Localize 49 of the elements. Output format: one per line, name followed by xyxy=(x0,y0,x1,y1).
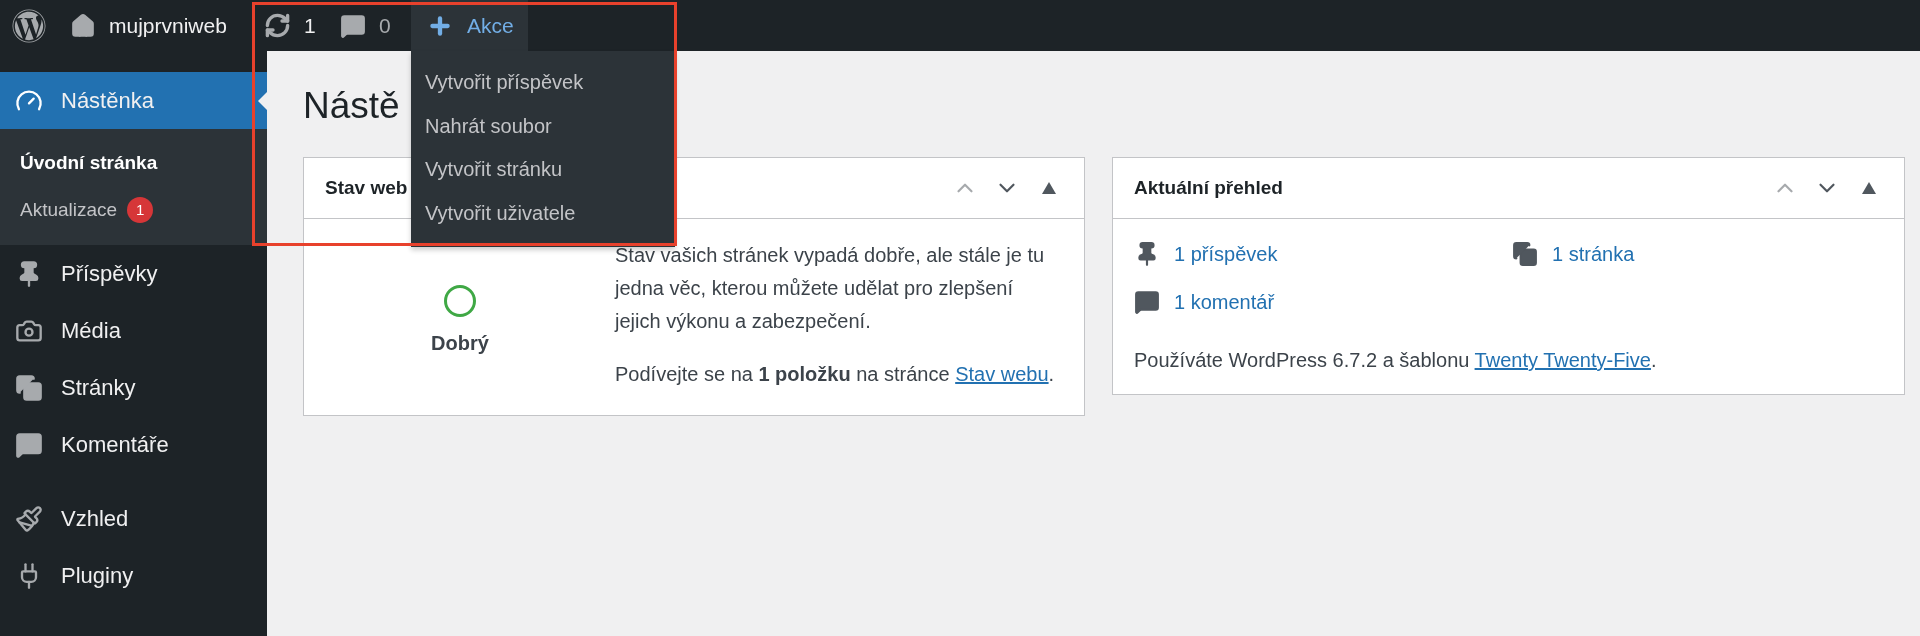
menu-item[interactable]: Vytvořit stránku xyxy=(425,148,563,192)
submenu-item[interactable]: Aktualizace 1 xyxy=(0,186,267,233)
sidebar-label: Média xyxy=(61,317,121,344)
sidebar-label: Pluginy xyxy=(61,562,134,589)
sidebar-label: Komentáře xyxy=(61,431,169,458)
comment-icon xyxy=(15,430,43,459)
page-title: Nástě xyxy=(303,84,400,128)
theme-link[interactable]: Twenty Twenty-Five xyxy=(1474,349,1651,371)
sidebar-label: Nástěnka xyxy=(61,87,154,114)
health-cta: Podívejte se na 1 položku na stránce Stav webu. xyxy=(615,362,1056,387)
glance-link[interactable]: 1 příspěvek xyxy=(1134,237,1512,271)
sidebar-label: Stránky xyxy=(61,374,136,401)
menu-item[interactable]: Nahrát soubor xyxy=(425,104,552,148)
glance-link[interactable]: 1 komentář xyxy=(1134,285,1512,319)
sidebar-item[interactable]: Nástěnka xyxy=(0,72,267,129)
sidebar-item[interactable]: Vzhled xyxy=(0,490,267,547)
sidebar-label: Vzhled xyxy=(61,505,129,532)
submenu-label: Aktualizace xyxy=(20,198,118,221)
update-count-badge: 1 xyxy=(127,196,154,223)
glance-link[interactable]: 1 stránka xyxy=(1512,237,1883,271)
site-name-link[interactable]: mujprvniweb xyxy=(109,13,227,38)
comment-icon xyxy=(1134,289,1160,315)
home-icon[interactable] xyxy=(70,12,96,39)
current-item-pointer xyxy=(258,91,267,110)
menu-item[interactable]: Vytvořit uživatele xyxy=(425,191,576,235)
pages-icon xyxy=(1512,241,1538,267)
sidebar-label: Příspěvky xyxy=(61,260,158,287)
submenu-label: Úvodní stránka xyxy=(20,151,158,174)
sidebar-item[interactable]: Média xyxy=(0,302,267,359)
version-text: Používáte WordPress 6.7.2 a šablonu Twenty Twenty-Five. xyxy=(1134,349,1658,372)
submenu-item[interactable]: Úvodní stránka xyxy=(0,139,267,186)
card-title: Stav web xyxy=(325,177,409,199)
menu-item[interactable]: Vytvořit příspěvek xyxy=(425,61,584,105)
comments-count: 0 xyxy=(379,13,391,38)
pages-icon xyxy=(15,373,43,402)
new-menu-button[interactable]: Akce xyxy=(411,0,528,51)
comment-icon[interactable] xyxy=(340,12,366,39)
sidebar-item[interactable]: Stránky xyxy=(0,359,267,416)
health-description: Stav vašich stránek vypadá dobře, ale stále je tu jedna věc, kterou můžete udělat pro zlepšení jejich výkonu a zabezpečení. xyxy=(615,243,1046,334)
brush-icon xyxy=(15,504,43,533)
card-title: Aktuální přehled xyxy=(1134,177,1284,199)
sidebar-item[interactable]: Pluginy xyxy=(0,547,267,604)
health-status: Dobrý xyxy=(431,331,489,355)
sidebar-item[interactable]: Komentáře xyxy=(0,416,267,473)
status-circle-icon xyxy=(443,283,477,318)
site-health-link[interactable]: Stav webu xyxy=(955,363,1049,385)
updates-icon[interactable] xyxy=(264,12,291,39)
sidebar-item[interactable]: Příspěvky xyxy=(0,245,267,302)
updates-count: 1 xyxy=(304,13,316,38)
